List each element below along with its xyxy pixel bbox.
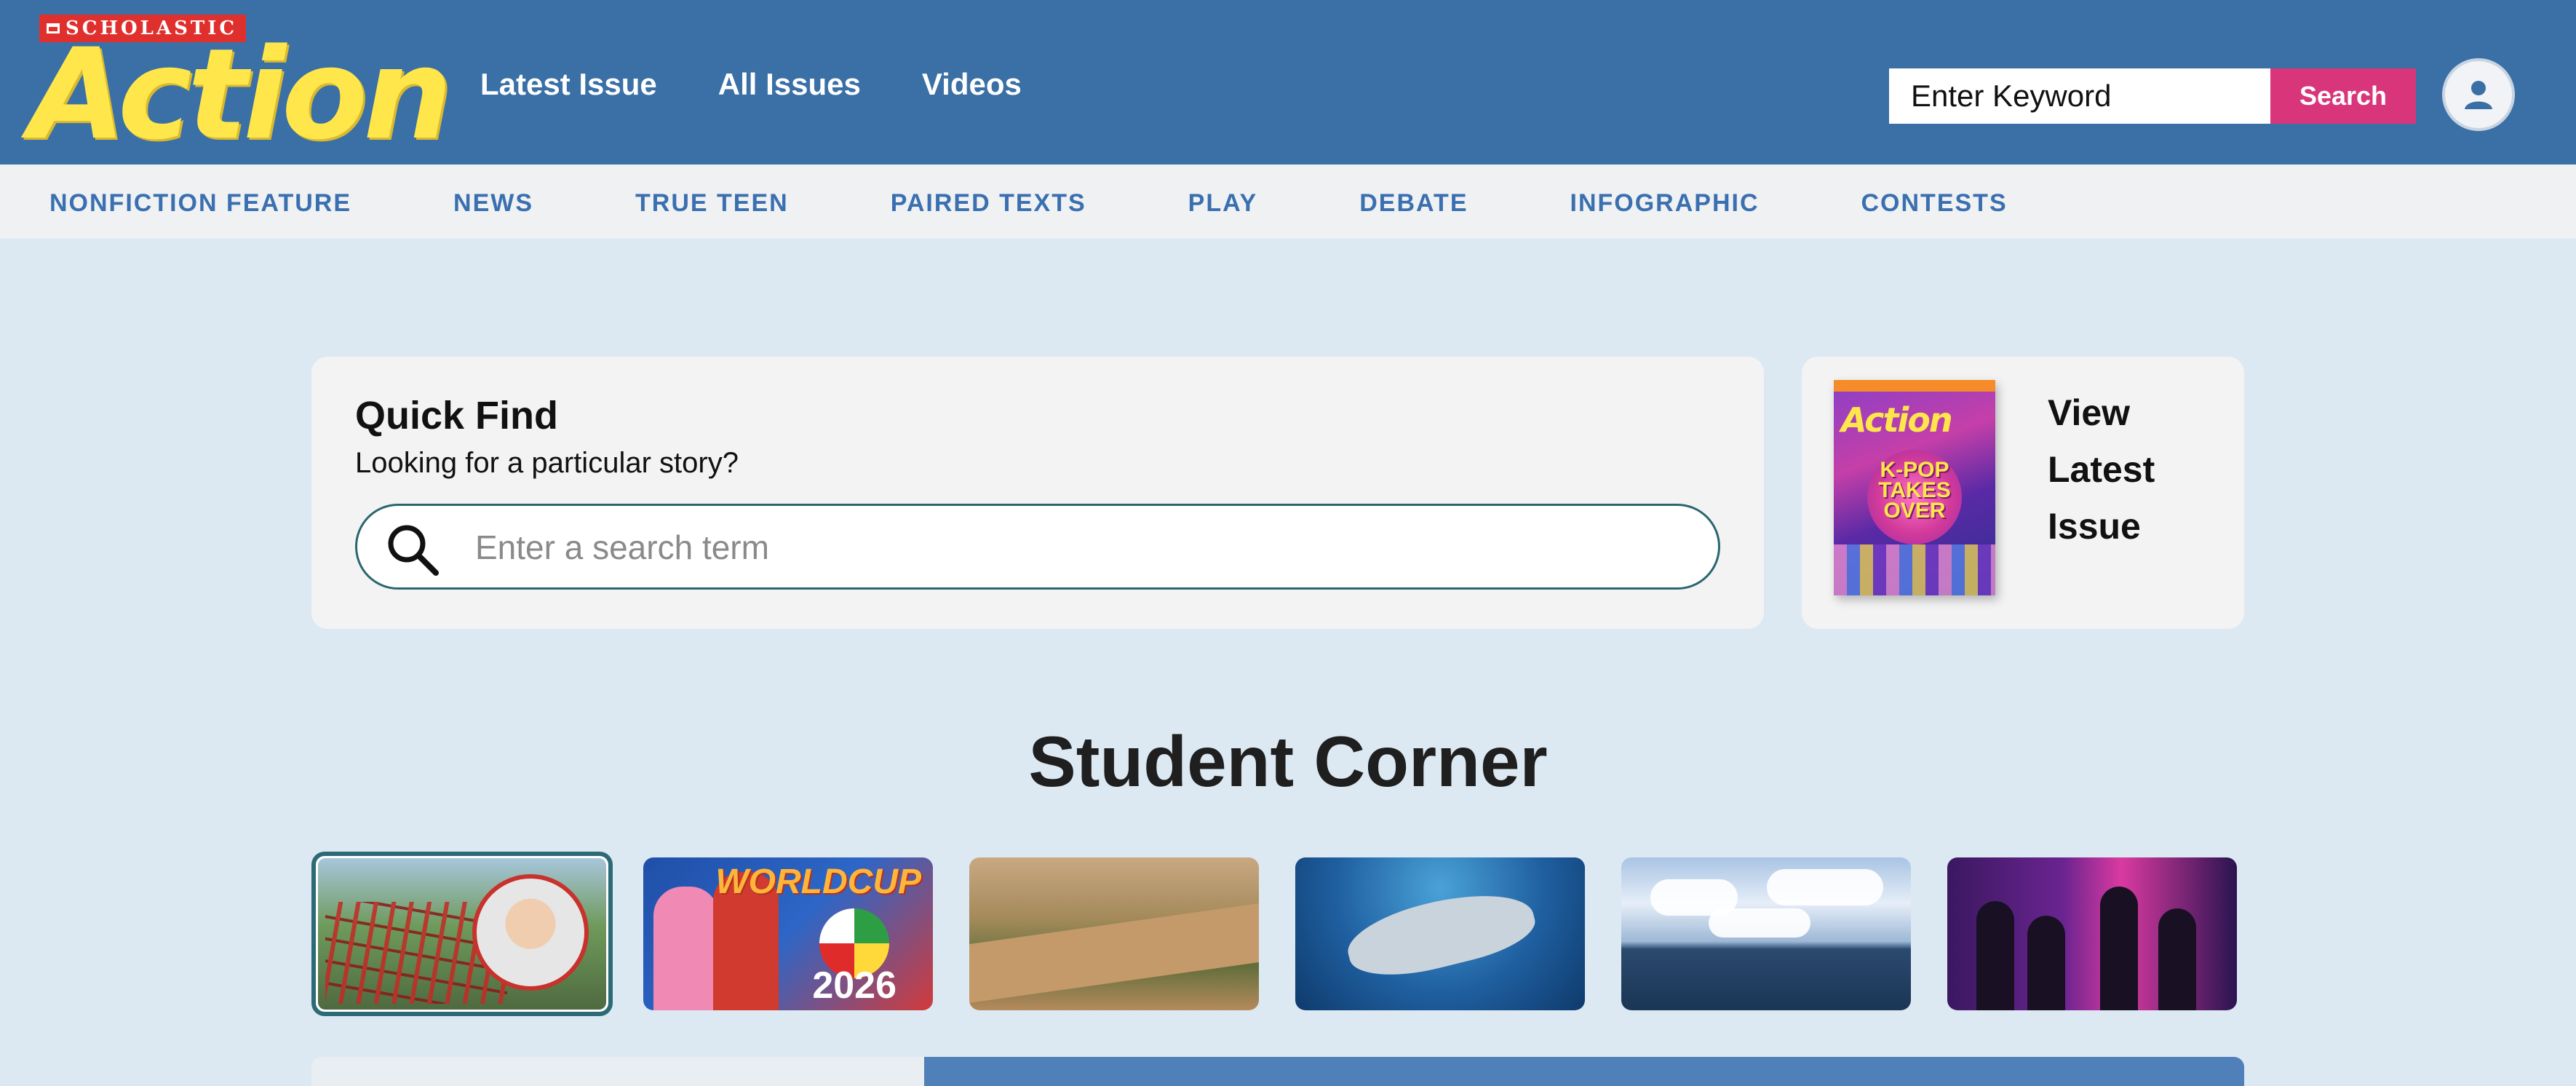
thumbnail-image [1295,857,1585,1010]
latest-issue-label-line: View [2048,392,2131,433]
world-cup-title: WORLDCUP [715,863,921,901]
nav-videos[interactable]: Videos [922,67,1022,102]
view-latest-issue-card[interactable]: Action K-POP TAKES OVER View Latest Issu… [1802,357,2244,629]
thumbnail-kpop-performers[interactable] [1947,857,2237,1010]
thumbnail-river[interactable] [969,857,1259,1010]
performer-art [2100,887,2138,1010]
section-nav-paired-texts[interactable]: PAIRED TEXTS [891,189,1086,218]
latest-issue-cover[interactable]: Action K-POP TAKES OVER [1834,380,1995,595]
section-nav-play[interactable]: PLAY [1188,189,1258,218]
quick-find-subtitle: Looking for a particular story? [355,447,739,479]
thumbnail-lake-sky[interactable] [1621,857,1911,1010]
latest-issue-label-line: Latest [2048,449,2155,490]
world-cup-year: 2026 [812,964,897,1007]
section-nav: NONFICTION FEATURE NEWS TRUE TEEN PAIRED… [0,165,2576,239]
action-logo[interactable]: SCHOLASTIC Action [29,15,453,157]
latest-issue-label-line: Issue [2048,506,2141,547]
cover-top-strip [1834,380,1995,392]
cover-photo-collage [1834,544,1995,595]
thumbnail-roller-coaster[interactable] [311,852,613,1016]
section-nav-news[interactable]: NEWS [453,189,533,218]
performer-art [1976,901,2014,1010]
cloud-art [1709,908,1810,938]
header-search: Search [1889,68,2416,124]
search-icon [388,525,439,576]
cover-headline: K-POP TAKES OVER [1834,458,1995,523]
thumbnail-image [318,858,606,1010]
thumbnail-image [969,857,1259,1010]
soccer-player-art [653,887,719,1010]
quick-find-search-box[interactable] [355,504,1720,590]
performer-art [2158,908,2196,1010]
quick-find-card: Quick Find Looking for a particular stor… [311,357,1764,629]
nav-latest-issue[interactable]: Latest Issue [480,67,657,102]
nav-all-issues[interactable]: All Issues [718,67,861,102]
section-nav-true-teen[interactable]: TRUE TEEN [635,189,789,218]
thumbnail-shark[interactable] [1295,857,1585,1010]
section-nav-nonfiction-feature[interactable]: NONFICTION FEATURE [49,189,351,218]
section-nav-infographic[interactable]: INFOGRAPHIC [1570,189,1760,218]
person-portrait [472,874,589,991]
section-nav-contests[interactable]: CONTESTS [1861,189,2008,218]
search-button[interactable]: Search [2270,68,2416,124]
user-icon [2465,81,2492,109]
cover-headline-line: K-POP [1880,458,1949,482]
view-latest-issue-link[interactable]: View Latest Issue [2048,384,2155,555]
thumbnail-image: WORLDCUP 2026 [643,857,933,1010]
section-nav-debate[interactable]: DEBATE [1359,189,1468,218]
student-corner-carousel: WORLDCUP 2026 [311,852,2244,1016]
student-corner-title: Student Corner [1028,721,1548,801]
quick-find-input[interactable] [474,519,1696,576]
top-header: SCHOLASTIC Action Latest Issue All Issue… [0,0,2576,165]
thumbnail-image [1621,857,1911,1010]
river-art [969,900,1259,1004]
quick-find-title: Quick Find [355,394,559,437]
cover-headline-line: TAKES [1878,478,1951,502]
cloud-art [1767,869,1883,905]
main-nav: Latest Issue All Issues Videos [480,67,1022,102]
keyword-input[interactable] [1889,68,2270,124]
account-button[interactable] [2442,58,2515,131]
shark-art [1340,879,1541,989]
thumbnail-image [1947,857,2237,1010]
next-section-banner [311,1057,2244,1086]
cover-headline-line: OVER [1883,499,1946,523]
performer-art [2027,916,2065,1010]
logo-wordmark: Action [29,21,453,167]
thumbnail-world-cup[interactable]: WORLDCUP 2026 [643,857,933,1010]
cover-logo: Action [1841,400,1953,440]
